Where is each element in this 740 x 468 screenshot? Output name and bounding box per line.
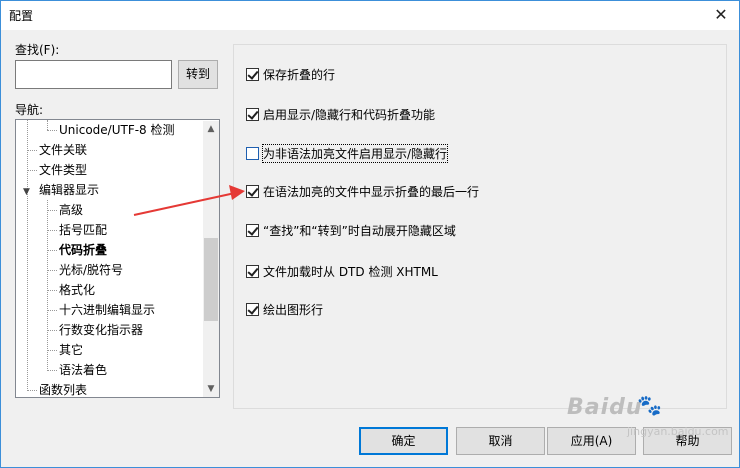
option-label: 文件加载时从 DTD 检测 XHTML — [263, 264, 438, 279]
tree-line — [47, 330, 57, 331]
nav-tree[interactable]: ▼ Unicode/UTF-8 检测 文件关联 文件类型 编辑器显示 高级 括号… — [15, 119, 220, 398]
option-label: 为非语法加亮文件启用显示/隐藏行 — [261, 143, 449, 163]
checkbox-checked[interactable] — [246, 184, 259, 198]
option-show-last-folded-line[interactable]: 在语法加亮的文件中显示折叠的最后一行 — [246, 183, 479, 199]
option-save-folded-lines[interactable]: 保存折叠的行 — [246, 66, 335, 82]
option-detect-xhtml[interactable]: 文件加载时从 DTD 检测 XHTML — [246, 263, 438, 279]
tree-item-editor-display[interactable]: 编辑器显示 — [39, 180, 99, 200]
checkbox-checked[interactable] — [246, 107, 259, 121]
window-title: 配置 — [9, 9, 34, 23]
options-panel: 保存折叠的行 启用显示/隐藏行和代码折叠功能 为非语法加亮文件启用显示/隐藏行 … — [233, 44, 727, 409]
tree-line — [47, 290, 57, 291]
tree-line — [47, 370, 57, 371]
tree-line — [27, 170, 37, 171]
tree-item-other[interactable]: 其它 — [59, 340, 83, 360]
title-bar: 配置 ✕ — [1, 1, 739, 30]
tree-item-advanced[interactable]: 高级 — [59, 200, 83, 220]
tree-line — [47, 270, 57, 271]
config-dialog: 配置 ✕ 查找(F): 转到 导航: ▼ Unicode/UTF-8 检测 文件… — [0, 0, 740, 468]
tree-item-function-list[interactable]: 函数列表 — [39, 380, 87, 397]
tree-item-code-folding[interactable]: 代码折叠 — [59, 240, 107, 260]
collapse-icon[interactable]: ▼ — [23, 187, 30, 197]
watermark: Baidu 🐾 jingyan.baidu.com — [567, 393, 737, 453]
checkbox-checked[interactable] — [246, 67, 259, 81]
cancel-button[interactable]: 取消 — [456, 427, 545, 455]
tree-line — [47, 130, 57, 131]
watermark-subtext: jingyan.baidu.com — [627, 425, 729, 438]
checkbox-unchecked[interactable] — [246, 146, 259, 160]
nav-label: 导航: — [15, 103, 44, 117]
watermark-logo-text: Baidu — [567, 395, 643, 420]
find-label: 查找(F): — [15, 43, 60, 57]
option-label: 启用显示/隐藏行和代码折叠功能 — [263, 107, 436, 122]
tree-item-bracket-matching[interactable]: 括号匹配 — [59, 220, 107, 240]
tree-item-syntax-coloring[interactable]: 语法着色 — [59, 360, 107, 380]
scroll-thumb[interactable] — [204, 238, 218, 321]
option-draw-graphic-lines[interactable]: 绘出图形行 — [246, 301, 323, 317]
option-label: “查找”和“转到”时自动展开隐藏区域 — [263, 223, 456, 238]
close-icon[interactable]: ✕ — [707, 2, 735, 28]
option-label: 在语法加亮的文件中显示折叠的最后一行 — [263, 184, 480, 199]
goto-button[interactable]: 转到 — [178, 60, 218, 89]
checkbox-checked[interactable] — [246, 223, 259, 237]
option-auto-expand-hidden[interactable]: “查找”和“转到”时自动展开隐藏区域 — [246, 222, 456, 238]
tree-line — [47, 350, 57, 351]
tree-item-unicode[interactable]: Unicode/UTF-8 检测 — [59, 120, 175, 140]
option-enable-hide-fold[interactable]: 启用显示/隐藏行和代码折叠功能 — [246, 106, 435, 122]
checkbox-checked[interactable] — [246, 264, 259, 278]
scroll-down-icon[interactable]: ▼ — [203, 381, 219, 397]
tree-item-line-change-indicator[interactable]: 行数变化指示器 — [59, 320, 143, 340]
tree-line — [27, 390, 37, 391]
tree-item-formatting[interactable]: 格式化 — [59, 280, 95, 300]
tree-line — [47, 250, 57, 251]
checkbox-checked[interactable] — [246, 302, 259, 316]
tree-scrollbar[interactable]: ▲ ▼ — [203, 121, 219, 397]
tree-item-cursor[interactable]: 光标/脱符号 — [59, 260, 123, 280]
tree-line — [27, 120, 28, 391]
tree-line — [47, 230, 57, 231]
tree-item-hex-display[interactable]: 十六进制编辑显示 — [59, 300, 155, 320]
tree-line — [47, 120, 48, 130]
tree-line — [47, 310, 57, 311]
paw-icon: 🐾 — [637, 393, 662, 417]
tree-item-file-types[interactable]: 文件类型 — [39, 160, 87, 180]
find-input[interactable] — [15, 60, 172, 89]
tree-line — [47, 200, 48, 371]
tree-line — [27, 150, 37, 151]
ok-button[interactable]: 确定 — [359, 427, 448, 455]
tree-line — [47, 210, 57, 211]
tree-item-file-association[interactable]: 文件关联 — [39, 140, 87, 160]
scroll-up-icon[interactable]: ▲ — [203, 121, 219, 137]
option-label: 保存折叠的行 — [263, 67, 336, 82]
option-label: 绘出图形行 — [263, 302, 324, 317]
option-non-syntax-hide-lines[interactable]: 为非语法加亮文件启用显示/隐藏行 — [246, 143, 449, 163]
